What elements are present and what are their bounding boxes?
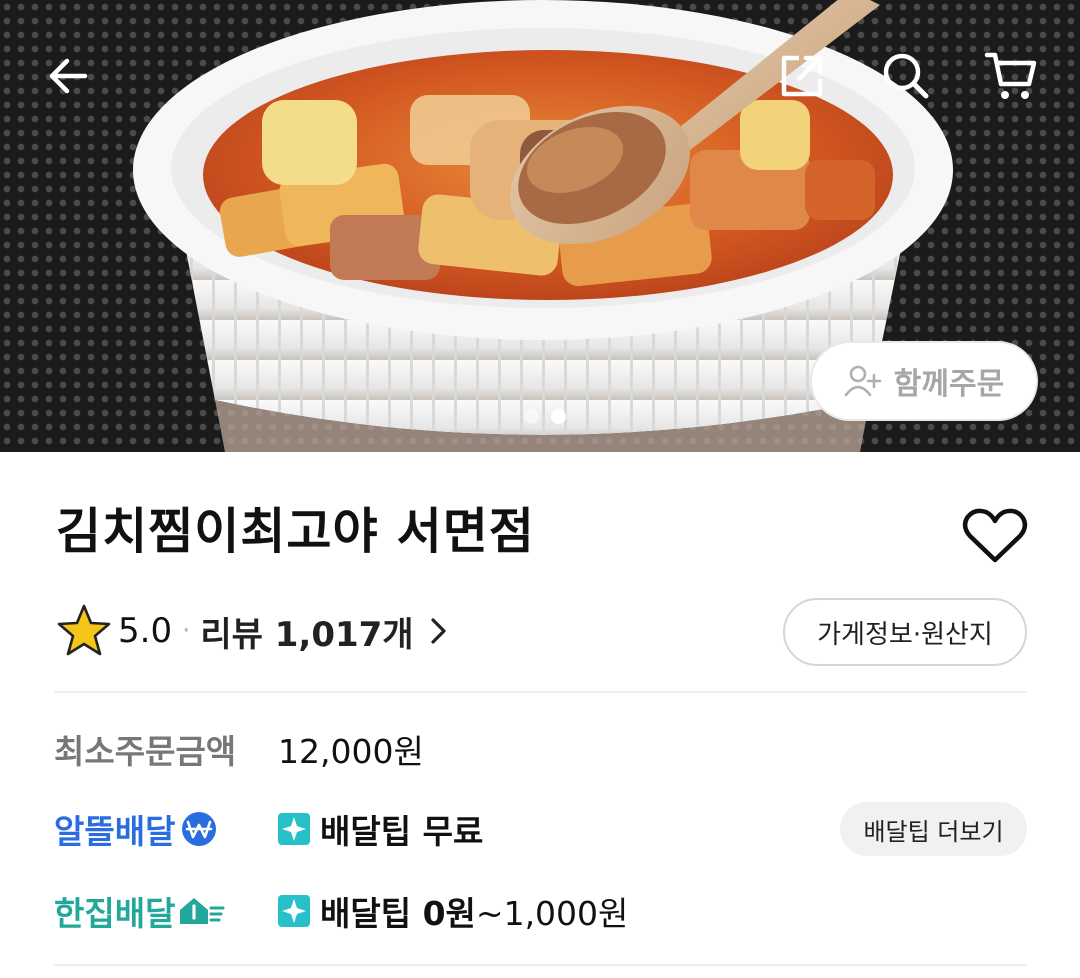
sparkle-badge-icon bbox=[278, 813, 310, 845]
star-icon bbox=[57, 604, 111, 656]
rating-value: 5.0 bbox=[118, 611, 173, 651]
share-icon bbox=[781, 55, 823, 97]
store-info-origin-button[interactable]: 가게정보·원산지 bbox=[783, 598, 1027, 666]
cart-button[interactable] bbox=[975, 40, 1047, 112]
won-coin-icon bbox=[182, 812, 217, 846]
group-order-label: 함께주문 bbox=[893, 367, 1005, 402]
rating-separator: · bbox=[182, 616, 191, 646]
divider bbox=[54, 691, 1027, 693]
gallery-dot bbox=[524, 409, 539, 424]
gallery-page-indicator bbox=[524, 409, 566, 424]
chevron-right-icon bbox=[430, 618, 446, 644]
search-button[interactable] bbox=[870, 40, 942, 112]
min-order-value: 12,000원 bbox=[278, 732, 424, 771]
delivery-option-single: 한집배달 배달팁 0원 ~1,000원 bbox=[54, 888, 628, 934]
min-order-label: 최소주문금액 bbox=[54, 732, 237, 771]
search-icon bbox=[883, 53, 929, 99]
gallery-dot-active bbox=[551, 409, 566, 424]
sparkle-badge-icon bbox=[278, 895, 310, 927]
heart-outline-icon[interactable] bbox=[962, 508, 1028, 566]
delivery-option-economy: 알뜰배달 배달팁 무료 bbox=[54, 806, 483, 852]
arrow-left-icon bbox=[49, 58, 88, 94]
back-button[interactable] bbox=[32, 40, 104, 112]
group-order-button[interactable]: 함께주문 bbox=[810, 341, 1038, 421]
store-name: 김치찜이최고야 서면점 bbox=[56, 503, 535, 560]
single-delivery-tip: 배달팁 0원 ~1,000원 bbox=[278, 887, 628, 935]
economy-delivery-label: 알뜰배달 bbox=[54, 805, 278, 853]
store-photo-gallery[interactable]: 함께주문 bbox=[0, 0, 1080, 452]
min-order-row: 최소주문금액 12,000원 bbox=[54, 726, 424, 772]
divider bbox=[54, 964, 1027, 966]
economy-delivery-tip: 배달팁 무료 bbox=[278, 805, 483, 853]
share-button[interactable] bbox=[766, 40, 838, 112]
house-speed-icon bbox=[180, 898, 225, 924]
review-link[interactable]: 리뷰 1,017개 bbox=[200, 607, 447, 656]
cart-icon bbox=[984, 52, 1037, 99]
delivery-tip-more-button[interactable]: 배달팁 더보기 bbox=[840, 802, 1027, 856]
review-count-label: 리뷰 1,017개 bbox=[200, 614, 414, 655]
rating-row: 5.0 · 리뷰 1,017개 bbox=[56, 600, 448, 662]
single-delivery-label: 한집배달 bbox=[54, 887, 278, 935]
add-person-icon bbox=[844, 365, 882, 397]
